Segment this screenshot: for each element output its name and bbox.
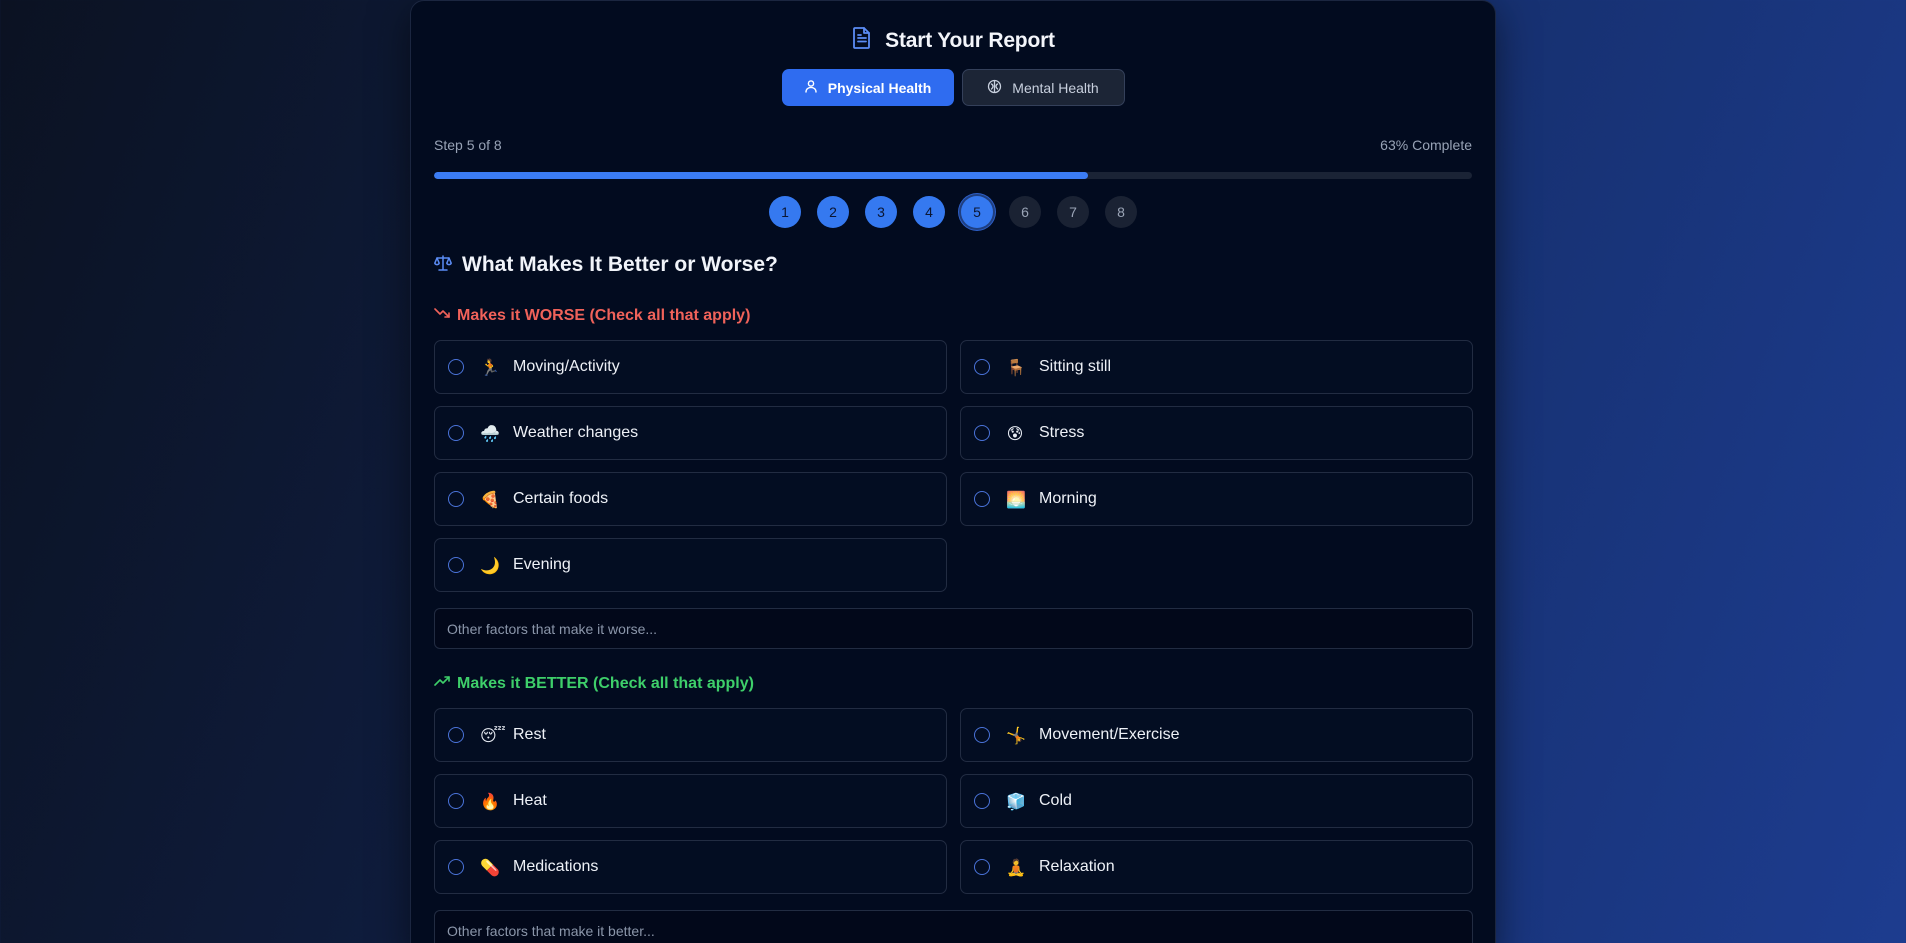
report-panel: Start Your Report Physical Health Mental… (410, 0, 1496, 943)
step-2[interactable]: 2 (817, 196, 849, 228)
option-emoji-icon: 😰 (1006, 423, 1024, 443)
worse-option-morning[interactable]: 🌅 Morning (960, 472, 1473, 526)
better-option-relaxation[interactable]: 🧘 Relaxation (960, 840, 1473, 894)
option-label: Evening (513, 556, 571, 573)
scale-icon (434, 254, 452, 277)
worse-option-stress[interactable]: 😰 Stress (960, 406, 1473, 460)
option-emoji-icon: 🌙 (480, 555, 500, 575)
step-8[interactable]: 8 (1105, 196, 1137, 228)
option-label: Moving/Activity (513, 358, 620, 375)
option-emoji-icon: 🪑 (1006, 357, 1026, 377)
step-5[interactable]: 5 (961, 196, 993, 228)
step-6[interactable]: 6 (1009, 196, 1041, 228)
better-group-label: Makes it BETTER (Check all that apply) (434, 674, 754, 693)
option-label: Weather changes (513, 424, 639, 441)
option-emoji-icon: 🧘 (1006, 857, 1026, 877)
option-emoji-icon: 🧊 (1006, 791, 1026, 811)
option-checkbox[interactable] (448, 491, 464, 507)
trending-up-icon (434, 674, 450, 693)
worse-option-weather-changes[interactable]: 🌧️ Weather changes (434, 406, 947, 460)
user-icon (804, 79, 818, 96)
step-navigator: 12345678 (411, 196, 1495, 228)
worse-option-moving-activity[interactable]: 🏃 Moving/Activity (434, 340, 947, 394)
section-title: What Makes It Better or Worse? (462, 253, 778, 276)
option-label: Movement/Exercise (1039, 726, 1180, 743)
trending-down-icon (434, 306, 450, 325)
brain-icon (987, 79, 1002, 97)
other-worse-factors-input[interactable] (434, 608, 1473, 649)
option-label: Cold (1039, 792, 1072, 809)
option-label: Medications (513, 858, 599, 875)
better-option-cold[interactable]: 🧊 Cold (960, 774, 1473, 828)
option-label: Stress (1039, 424, 1085, 441)
option-emoji-icon: 💊 (480, 857, 500, 877)
better-label-text: Makes it BETTER (Check all that apply) (457, 674, 754, 692)
option-label: Relaxation (1039, 858, 1115, 875)
document-icon (851, 26, 873, 55)
better-options-grid: 😴 Rest 🤸 Movement/Exercise 🔥 Heat 🧊 Cold 💊 Medica… (434, 708, 1473, 894)
option-checkbox[interactable] (974, 425, 990, 441)
step-3[interactable]: 3 (865, 196, 897, 228)
option-checkbox[interactable] (448, 727, 464, 743)
health-type-tabs: Physical Health Mental Health (411, 69, 1495, 106)
better-option-movement-exercise[interactable]: 🤸 Movement/Exercise (960, 708, 1473, 762)
option-checkbox[interactable] (448, 793, 464, 809)
report-header: Start Your Report (411, 26, 1495, 55)
section-heading: What Makes It Better or Worse? (434, 253, 778, 277)
tab-label: Physical Health (827, 79, 932, 96)
progress-bar (434, 172, 1472, 179)
tab-physical-health[interactable]: Physical Health (781, 69, 954, 106)
worse-option-evening[interactable]: 🌙 Evening (434, 538, 947, 592)
better-option-rest[interactable]: 😴 Rest (434, 708, 947, 762)
progress-bar-fill (434, 172, 1088, 179)
worse-option-sitting-still[interactable]: 🪑 Sitting still (960, 340, 1473, 394)
other-better-factors-input[interactable] (434, 910, 1473, 943)
option-emoji-icon: 🌧️ (480, 423, 500, 443)
step-indicator-text: Step 5 of 8 (434, 137, 502, 153)
progress-meta: Step 5 of 8 63% Complete (434, 137, 1472, 153)
option-checkbox[interactable] (974, 359, 990, 375)
option-checkbox[interactable] (974, 859, 990, 875)
percent-complete-text: 63% Complete (1380, 137, 1472, 153)
option-label: Heat (513, 792, 547, 809)
option-label: Certain foods (513, 490, 609, 507)
page-title: Start Your Report (885, 28, 1055, 52)
option-emoji-icon: 😴 (480, 725, 506, 745)
worse-options-grid: 🏃 Moving/Activity 🪑 Sitting still 🌧️ Weather … (434, 340, 1473, 592)
option-label: Morning (1039, 490, 1097, 507)
option-emoji-icon: 🔥 (480, 791, 500, 811)
option-emoji-icon: 🤸 (1006, 725, 1026, 745)
option-checkbox[interactable] (974, 793, 990, 809)
option-emoji-icon: 🍕 (480, 489, 500, 509)
option-label: Rest (513, 726, 546, 743)
worse-option-certain-foods[interactable]: 🍕 Certain foods (434, 472, 947, 526)
option-checkbox[interactable] (448, 359, 464, 375)
option-label: Sitting still (1039, 358, 1112, 375)
option-checkbox[interactable] (974, 727, 990, 743)
tab-label: Mental Health (1012, 79, 1099, 96)
step-7[interactable]: 7 (1057, 196, 1089, 228)
step-1[interactable]: 1 (769, 196, 801, 228)
tab-mental-health[interactable]: Mental Health (961, 69, 1125, 106)
option-checkbox[interactable] (448, 557, 464, 573)
step-4[interactable]: 4 (913, 196, 945, 228)
option-emoji-icon: 🌅 (1006, 489, 1026, 509)
worse-group-label: Makes it WORSE (Check all that apply) (434, 306, 750, 325)
option-checkbox[interactable] (448, 859, 464, 875)
worse-label-text: Makes it WORSE (Check all that apply) (457, 306, 751, 324)
better-option-heat[interactable]: 🔥 Heat (434, 774, 947, 828)
better-option-medications[interactable]: 💊 Medications (434, 840, 947, 894)
option-checkbox[interactable] (448, 425, 464, 441)
option-checkbox[interactable] (974, 491, 990, 507)
option-emoji-icon: 🏃 (480, 357, 500, 377)
